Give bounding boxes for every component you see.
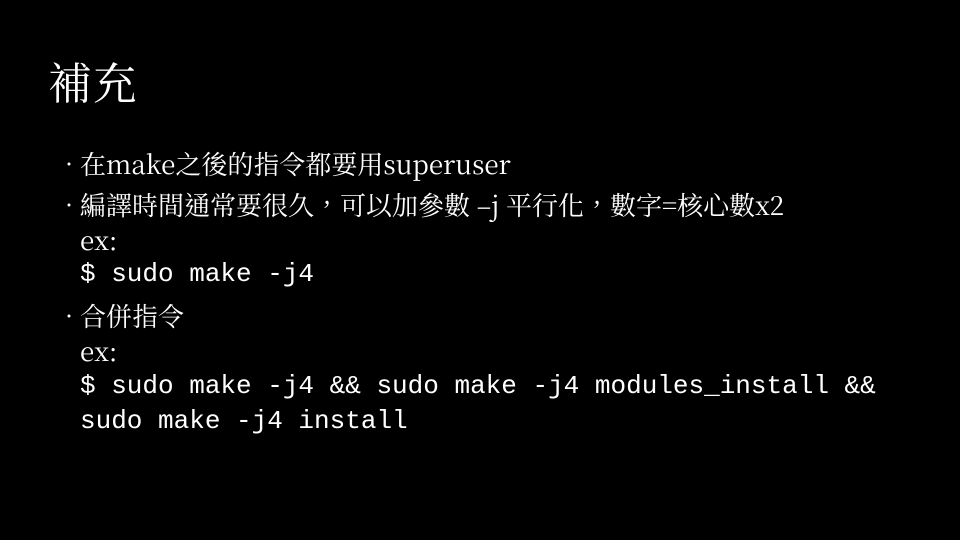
bullet-item: 編譯時間通常要很久，可以加參數 –j 平行化，數字=核心數x2 ex: $ su…	[54, 187, 916, 292]
bullet-text: 在make之後的指令都要用superuser	[80, 146, 916, 181]
bullet-item: 合併指令 ex: $ sudo make -j4 && sudo make -j…	[54, 298, 916, 438]
bullet-list: 在make之後的指令都要用superuser 編譯時間通常要很久，可以加參數 –…	[44, 146, 916, 439]
slide-title: 補充	[48, 48, 916, 112]
slide: 補充 在make之後的指令都要用superuser 編譯時間通常要很久，可以加參…	[0, 0, 960, 540]
code-line: $ sudo make -j4	[80, 257, 916, 292]
code-line: $ sudo make -j4 && sudo make -j4 modules…	[80, 369, 916, 439]
bullet-item: 在make之後的指令都要用superuser	[54, 146, 916, 181]
bullet-text: 編譯時間通常要很久，可以加參數 –j 平行化，數字=核心數x2	[80, 187, 916, 222]
bullet-text: 合併指令	[80, 298, 916, 333]
bullet-text: ex:	[80, 222, 916, 257]
bullet-text: ex:	[80, 333, 916, 368]
